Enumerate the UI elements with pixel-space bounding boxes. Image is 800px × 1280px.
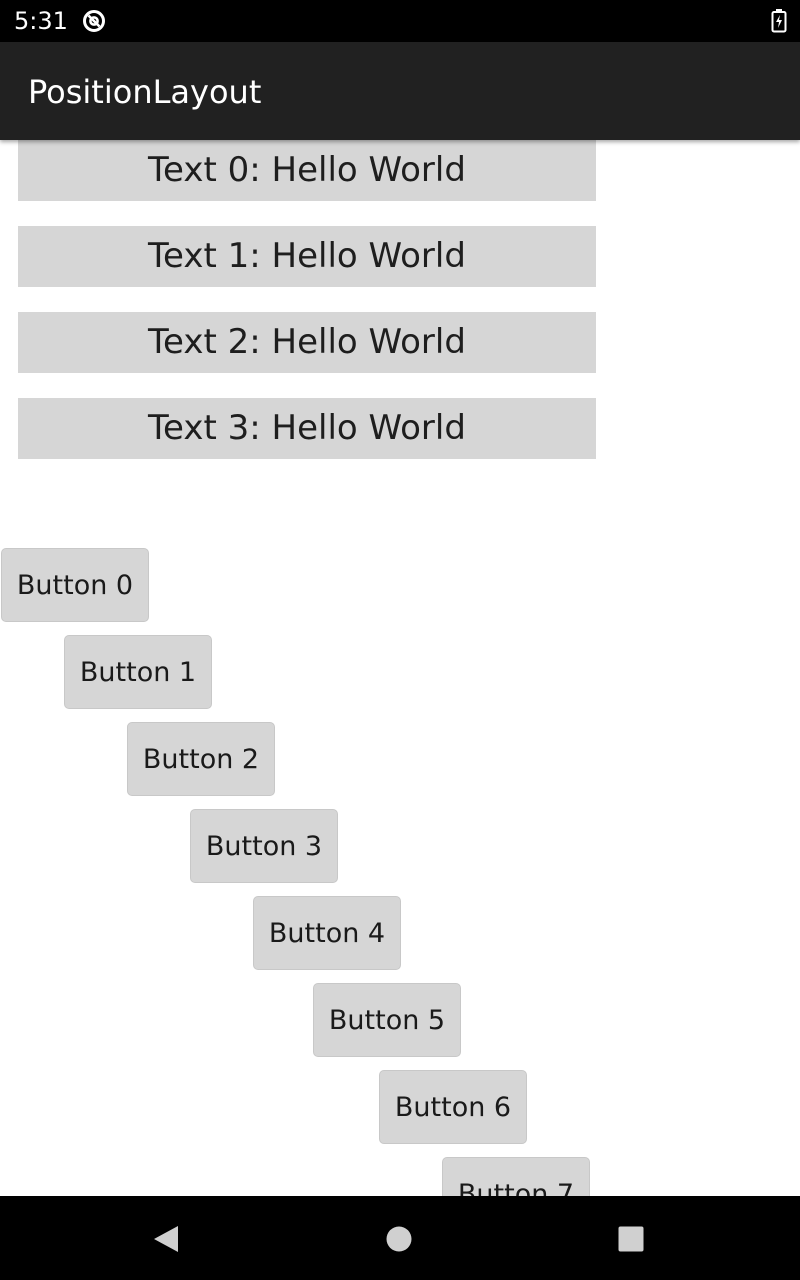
navigation-bar bbox=[0, 1196, 800, 1280]
text-view-1: Text 1: Hello World bbox=[18, 226, 596, 287]
app-title: PositionLayout bbox=[28, 73, 262, 111]
button-0[interactable]: Button 0 bbox=[1, 548, 149, 622]
text-view-3: Text 3: Hello World bbox=[18, 398, 596, 459]
back-icon[interactable] bbox=[152, 1224, 180, 1254]
button-7[interactable]: Button 7 bbox=[442, 1157, 590, 1196]
recents-icon[interactable] bbox=[618, 1226, 644, 1252]
button-5[interactable]: Button 5 bbox=[313, 983, 461, 1057]
button-2[interactable]: Button 2 bbox=[127, 722, 275, 796]
button-6[interactable]: Button 6 bbox=[379, 1070, 527, 1144]
battery-charging-icon bbox=[771, 9, 787, 33]
sync-icon bbox=[83, 10, 105, 32]
status-time: 5:31 bbox=[14, 7, 68, 35]
status-bar: 5:31 bbox=[0, 0, 800, 42]
button-4[interactable]: Button 4 bbox=[253, 896, 401, 970]
content-area[interactable]: Text 0: Hello World Text 1: Hello World … bbox=[0, 140, 800, 1196]
app-bar: PositionLayout bbox=[0, 42, 800, 140]
button-1[interactable]: Button 1 bbox=[64, 635, 212, 709]
button-3[interactable]: Button 3 bbox=[190, 809, 338, 883]
text-view-2: Text 2: Hello World bbox=[18, 312, 596, 373]
home-icon[interactable] bbox=[386, 1226, 412, 1252]
text-view-0: Text 0: Hello World bbox=[18, 140, 596, 201]
